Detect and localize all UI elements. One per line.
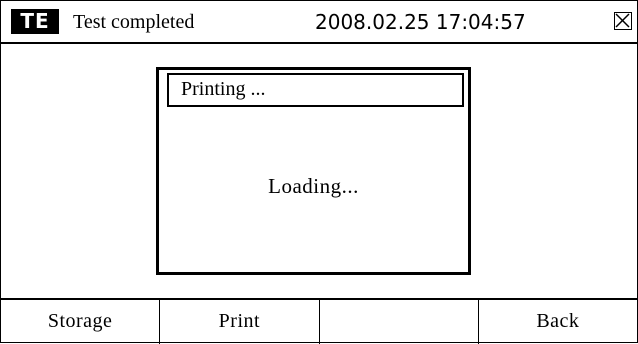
- back-button[interactable]: Back: [479, 300, 637, 344]
- dialog-title: Printing ...: [167, 73, 464, 107]
- printing-dialog: Printing ... Loading...: [156, 67, 471, 275]
- softkey-bar: Storage Print Back: [1, 298, 637, 344]
- status-bar: TE Test completed 2008.02.25 17:04:57: [1, 1, 637, 44]
- test-status-text: Test completed: [73, 11, 195, 33]
- loading-message: Loading...: [268, 174, 359, 198]
- close-icon[interactable]: [614, 12, 632, 30]
- print-button[interactable]: Print: [160, 300, 320, 344]
- te-logo: TE: [11, 9, 59, 34]
- storage-button[interactable]: Storage: [1, 300, 161, 344]
- empty-softkey[interactable]: [320, 300, 479, 344]
- device-screen: TE Test completed 2008.02.25 17:04:57 Pr…: [0, 0, 638, 344]
- datetime-display: 2008.02.25 17:04:57: [315, 10, 526, 34]
